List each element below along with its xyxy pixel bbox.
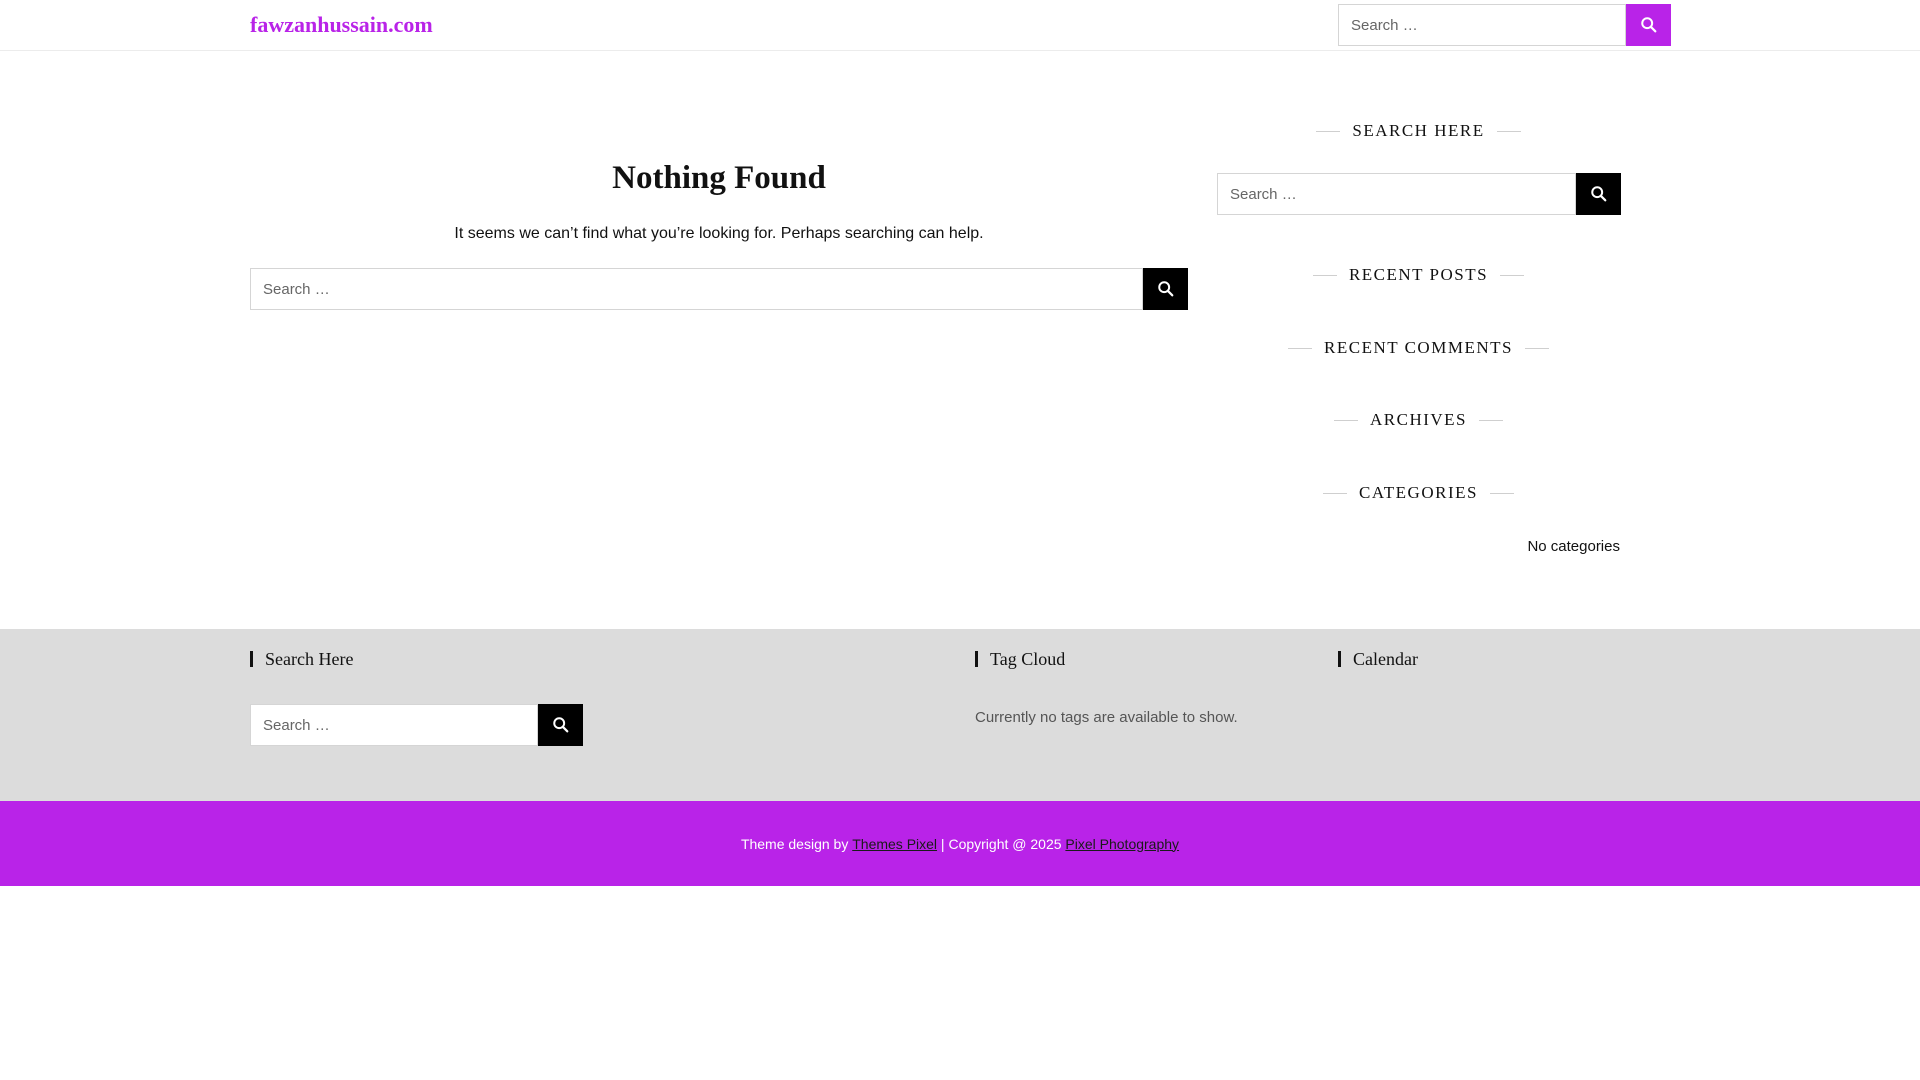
- site-title-link[interactable]: fawzanhussain.com: [250, 12, 433, 38]
- header-search-form: Search …: [1338, 4, 1671, 46]
- tag-cloud-title: Tag Cloud: [975, 650, 1065, 668]
- search-icon: [1590, 186, 1606, 202]
- recent-comments-title: RECENT COMMENTS: [1217, 338, 1620, 358]
- site-header: fawzanhussain.com Search …: [0, 0, 1920, 51]
- sidebar-search-title: SEARCH HERE: [1217, 121, 1620, 141]
- main-search-input[interactable]: Search …: [250, 268, 1143, 310]
- title-divider: [1496, 130, 1521, 132]
- header-search-input[interactable]: Search …: [1338, 4, 1626, 46]
- footer-search-button[interactable]: [538, 704, 583, 746]
- title-divider: [1316, 130, 1341, 132]
- sidebar-search-input[interactable]: Search …: [1217, 173, 1576, 215]
- tag-cloud-empty-text: Currently no tags are available to show.: [975, 709, 1238, 726]
- sidebar-search-form: Search …: [1217, 173, 1621, 215]
- search-icon: [1640, 17, 1656, 33]
- title-divider: [1323, 492, 1348, 494]
- footer-widgets: Search Here Search … Tag Cloud Currently…: [0, 629, 1920, 801]
- footer-search-title: Search Here: [250, 650, 353, 668]
- search-icon: [552, 717, 568, 733]
- archives-title: ARCHIVES: [1217, 410, 1620, 430]
- archives-title-text: ARCHIVES: [1369, 410, 1467, 429]
- main-search-button[interactable]: [1143, 268, 1188, 310]
- footer-search-form: Search …: [250, 704, 583, 746]
- nothing-found-message: It seems we can’t find what you’re looki…: [454, 225, 984, 242]
- header-search-button[interactable]: [1626, 4, 1671, 46]
- pixel-photography-link[interactable]: Pixel Photography: [1065, 836, 1179, 852]
- sidebar-search-button[interactable]: [1576, 173, 1621, 215]
- page-title: Nothing Found: [612, 160, 826, 196]
- title-divider: [1288, 347, 1313, 349]
- footer-copyright: | Copyright @ 2025: [937, 835, 1066, 852]
- themes-pixel-link[interactable]: Themes Pixel: [852, 836, 937, 852]
- recent-posts-title-text: RECENT POSTS: [1348, 265, 1489, 284]
- search-icon: [1157, 281, 1173, 297]
- categories-title-text: CATEGORIES: [1359, 483, 1478, 502]
- title-divider: [1312, 274, 1337, 276]
- recent-comments-title-text: RECENT COMMENTS: [1324, 338, 1513, 357]
- sidebar-search-title-text: SEARCH HERE: [1352, 121, 1485, 140]
- title-divider: [1489, 492, 1514, 494]
- title-divider: [1479, 419, 1503, 421]
- footer-search-input[interactable]: Search …: [250, 704, 538, 746]
- calendar-title: Calendar: [1338, 650, 1418, 668]
- recent-posts-title: RECENT POSTS: [1217, 265, 1620, 285]
- title-divider: [1333, 419, 1358, 421]
- title-divider: [1500, 274, 1525, 276]
- main-search-form: Search …: [250, 268, 1188, 310]
- title-divider: [1524, 347, 1549, 349]
- categories-empty-text: No categories: [1527, 538, 1620, 555]
- footer-credit-prefix: Theme design by: [740, 835, 853, 852]
- site-footer-bar: Theme design by Themes Pixel | Copyright…: [0, 801, 1920, 886]
- categories-title: CATEGORIES: [1217, 483, 1620, 503]
